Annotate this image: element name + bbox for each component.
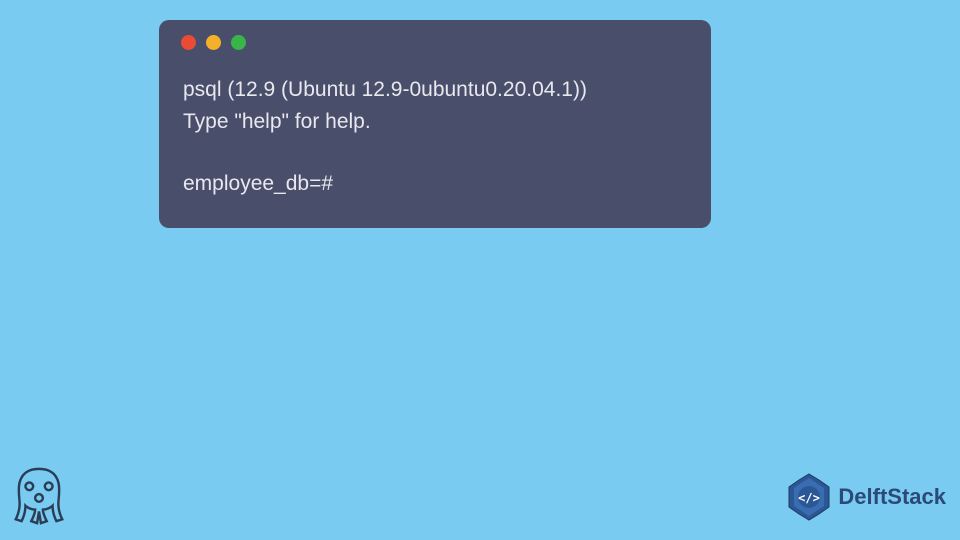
maximize-icon[interactable] [231, 35, 246, 50]
terminal-window: psql (12.9 (Ubuntu 12.9-0ubuntu0.20.04.1… [159, 20, 711, 228]
delftstack-icon: </> [784, 472, 834, 522]
delftstack-logo: </> DelftStack [784, 472, 946, 522]
terminal-line: psql (12.9 (Ubuntu 12.9-0ubuntu0.20.04.1… [183, 74, 687, 106]
minimize-icon[interactable] [206, 35, 221, 50]
terminal-prompt: employee_db=# [183, 168, 687, 200]
svg-text:</>: </> [799, 491, 821, 505]
close-icon[interactable] [181, 35, 196, 50]
terminal-content[interactable]: psql (12.9 (Ubuntu 12.9-0ubuntu0.20.04.1… [159, 64, 711, 200]
postgresql-logo-icon [8, 464, 70, 528]
terminal-line: Type "help" for help. [183, 106, 687, 138]
delftstack-text: DelftStack [838, 484, 946, 510]
title-bar [159, 20, 711, 64]
blank-line [183, 137, 687, 168]
